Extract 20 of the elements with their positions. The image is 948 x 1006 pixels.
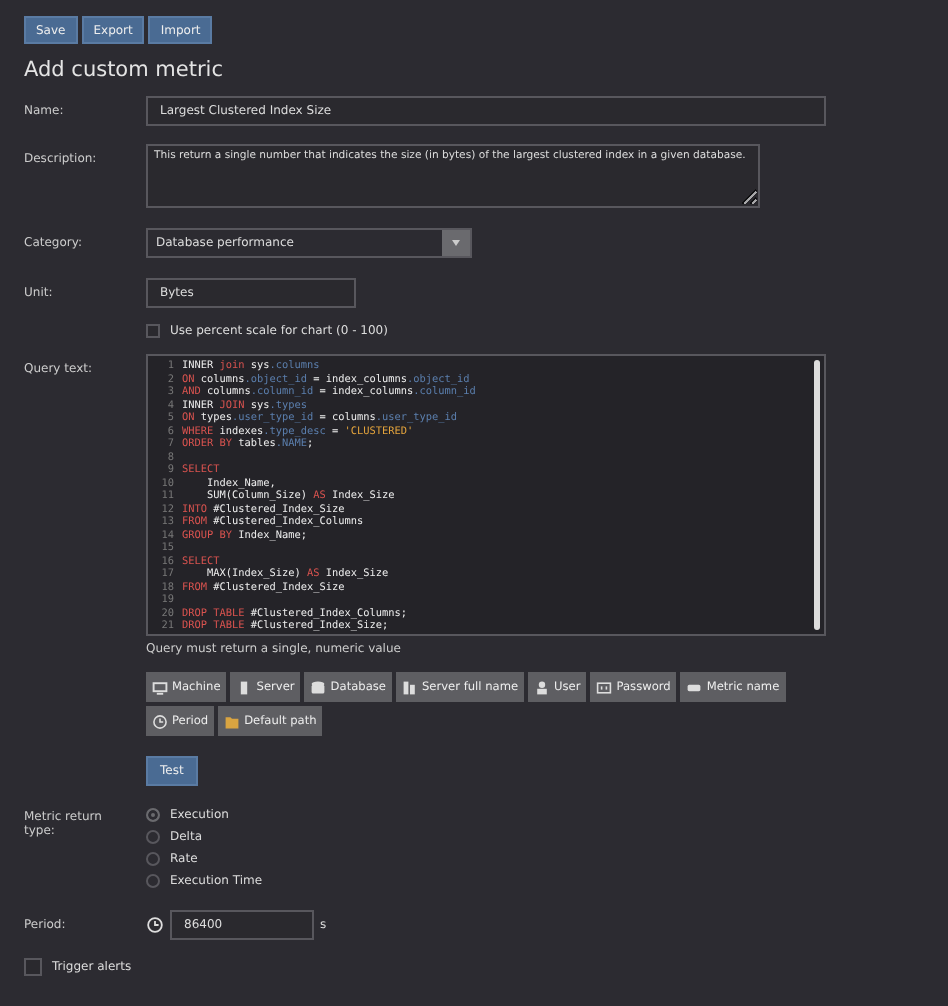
radio-button[interactable] [146,852,160,866]
tag-icon [686,679,703,695]
checkbox[interactable] [146,324,160,338]
caret-icon [452,240,460,246]
page-title: Add custom metric [24,58,225,82]
radio-button[interactable] [146,808,160,822]
user-icon [534,679,551,695]
machine-icon [152,679,168,695]
clock-icon [146,916,164,934]
password-icon [596,679,613,695]
code-editor[interactable] [146,354,826,636]
radio-button[interactable] [146,830,160,844]
folder-icon [224,713,241,729]
radio-button[interactable] [146,874,160,888]
clock-icon [152,713,168,729]
checkbox[interactable] [24,958,42,976]
database-icon [310,679,327,695]
scrollbar[interactable] [814,360,820,630]
servers-icon [401,679,418,695]
server-icon [236,679,253,695]
